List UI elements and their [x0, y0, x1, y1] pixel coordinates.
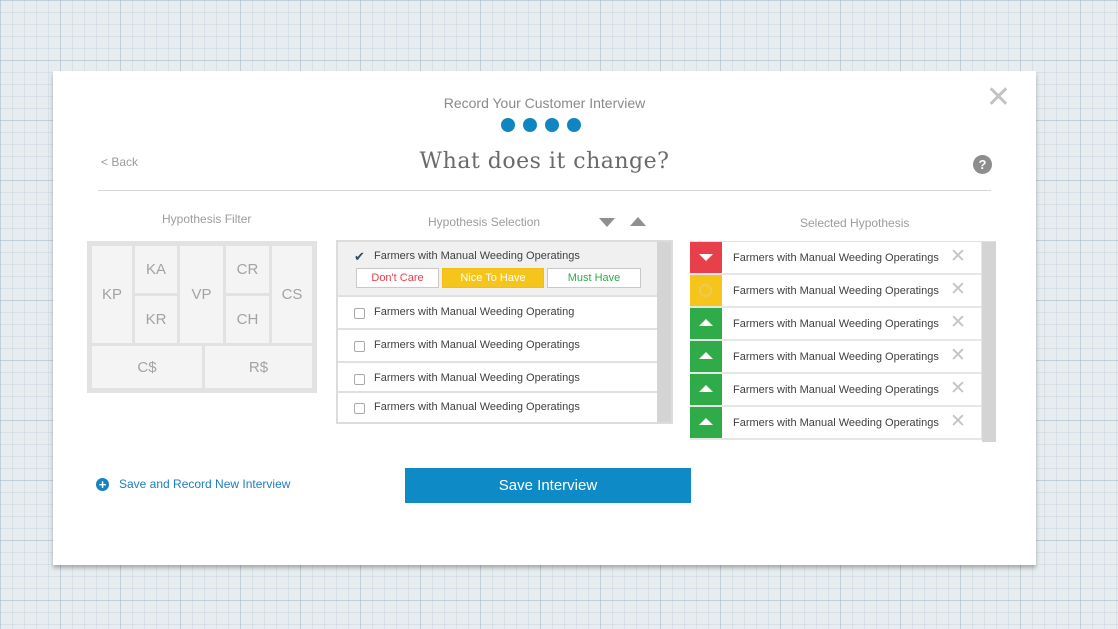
remove-icon[interactable]: ✕: [950, 412, 966, 432]
progress-dot: [501, 118, 515, 132]
must-have-badge[interactable]: [690, 341, 722, 372]
list-item[interactable]: Farmers with Manual Weeding Operatings: [338, 393, 660, 422]
must-have-button[interactable]: Must Have: [547, 268, 641, 288]
selected-hypothesis-list: Farmers with Manual Weeding Operatings ✕…: [690, 241, 996, 442]
dont-care-button[interactable]: Don't Care: [356, 268, 439, 288]
list-item[interactable]: ✔ Farmers with Manual Weeding Operatings…: [338, 242, 660, 297]
sort-up-arrow-icon[interactable]: [630, 217, 646, 226]
scrollbar[interactable]: [982, 242, 996, 442]
save-and-record-new-link[interactable]: + Save and Record New Interview: [96, 477, 290, 491]
plus-circle-icon: +: [96, 477, 109, 491]
selected-row-label: Farmers with Manual Weeding Operatings: [733, 351, 939, 363]
help-icon[interactable]: ?: [973, 155, 992, 174]
selected-row: Farmers with Manual Weeding Operatings ✕: [690, 407, 982, 440]
filter-cell-cs[interactable]: CS: [270, 244, 314, 345]
selected-row-label: Farmers with Manual Weeding Operatings: [733, 417, 939, 429]
selected-row: Farmers with Manual Weeding Operatings ✕: [690, 308, 982, 341]
sort-down-arrow-icon[interactable]: [599, 218, 615, 227]
list-item-label: Farmers with Manual Weeding Operatings: [374, 250, 580, 262]
arrow-down-icon: [699, 254, 713, 261]
interview-modal: ✕ Record Your Customer Interview < Back …: [53, 71, 1036, 565]
selected-row-label: Farmers with Manual Weeding Operatings: [733, 285, 939, 297]
selected-row: Farmers with Manual Weeding Operatings ✕: [690, 242, 982, 275]
nice-to-have-badge[interactable]: [690, 275, 722, 306]
checkbox[interactable]: [354, 374, 365, 385]
must-have-badge[interactable]: [690, 308, 722, 339]
remove-icon[interactable]: ✕: [950, 313, 966, 333]
selected-row-label: Farmers with Manual Weeding Operatings: [733, 252, 939, 264]
remove-icon[interactable]: ✕: [950, 379, 966, 399]
page-title: What does it change?: [419, 149, 670, 174]
progress-dot: [567, 118, 581, 132]
circle-icon: [699, 284, 712, 297]
progress-dot: [545, 118, 559, 132]
filter-cell-ka[interactable]: KA: [133, 244, 179, 295]
arrow-up-icon: [699, 385, 713, 392]
remove-icon[interactable]: ✕: [950, 247, 966, 267]
list-item-label: Farmers with Manual Weeding Operating: [374, 306, 575, 318]
filter-cell-ch[interactable]: CH: [224, 294, 271, 345]
arrow-up-icon: [699, 418, 713, 425]
arrow-up-icon: [699, 352, 713, 359]
arrow-up-icon: [699, 319, 713, 326]
filter-cell-vp[interactable]: VP: [178, 244, 225, 345]
list-item[interactable]: Farmers with Manual Weeding Operatings: [338, 363, 660, 393]
list-item-label: Farmers with Manual Weeding Operatings: [374, 372, 580, 384]
filter-cell-kp[interactable]: KP: [90, 244, 134, 345]
selected-row: Farmers with Manual Weeding Operatings ✕: [690, 374, 982, 407]
list-item-label: Farmers with Manual Weeding Operatings: [374, 339, 580, 351]
filter-cell-revenue[interactable]: R$: [203, 344, 314, 390]
checkbox[interactable]: [354, 403, 365, 414]
selected-row: Farmers with Manual Weeding Operatings ✕: [690, 275, 982, 308]
hypothesis-filter-label: Hypothesis Filter: [162, 212, 252, 226]
hypothesis-selection-list: ✔ Farmers with Manual Weeding Operatings…: [336, 240, 673, 424]
list-item[interactable]: Farmers with Manual Weeding Operating: [338, 297, 660, 330]
selected-row: Farmers with Manual Weeding Operatings ✕: [690, 341, 982, 374]
selected-hypothesis-label: Selected Hypothesis: [800, 216, 910, 230]
progress-dot: [523, 118, 537, 132]
selected-row-label: Farmers with Manual Weeding Operatings: [733, 318, 939, 330]
save-interview-button[interactable]: Save Interview: [405, 468, 691, 503]
checkbox[interactable]: [354, 341, 365, 352]
dont-care-badge[interactable]: [690, 242, 722, 273]
nice-to-have-button[interactable]: Nice To Have: [442, 268, 544, 288]
selected-row-label: Farmers with Manual Weeding Operatings: [733, 384, 939, 396]
remove-icon[interactable]: ✕: [950, 280, 966, 300]
progress-dots: [501, 118, 581, 132]
must-have-badge[interactable]: [690, 407, 722, 438]
list-item-label: Farmers with Manual Weeding Operatings: [374, 401, 580, 413]
scrollbar[interactable]: [657, 242, 671, 422]
remove-icon[interactable]: ✕: [950, 346, 966, 366]
must-have-badge[interactable]: [690, 374, 722, 405]
checkbox-checked[interactable]: ✔: [354, 250, 365, 263]
list-item[interactable]: Farmers with Manual Weeding Operatings: [338, 330, 660, 363]
filter-cell-cost[interactable]: C$: [90, 344, 204, 390]
business-model-canvas-filter: KP KA KR VP CR CH CS C$ R$: [87, 241, 317, 393]
modal-header-title: Record Your Customer Interview: [443, 95, 646, 111]
divider: [98, 190, 991, 191]
hypothesis-selection-label: Hypothesis Selection: [428, 215, 541, 229]
filter-cell-cr[interactable]: CR: [224, 244, 271, 295]
filter-cell-kr[interactable]: KR: [133, 294, 179, 345]
save-and-record-new-label: Save and Record New Interview: [119, 477, 291, 491]
checkbox[interactable]: [354, 308, 365, 319]
